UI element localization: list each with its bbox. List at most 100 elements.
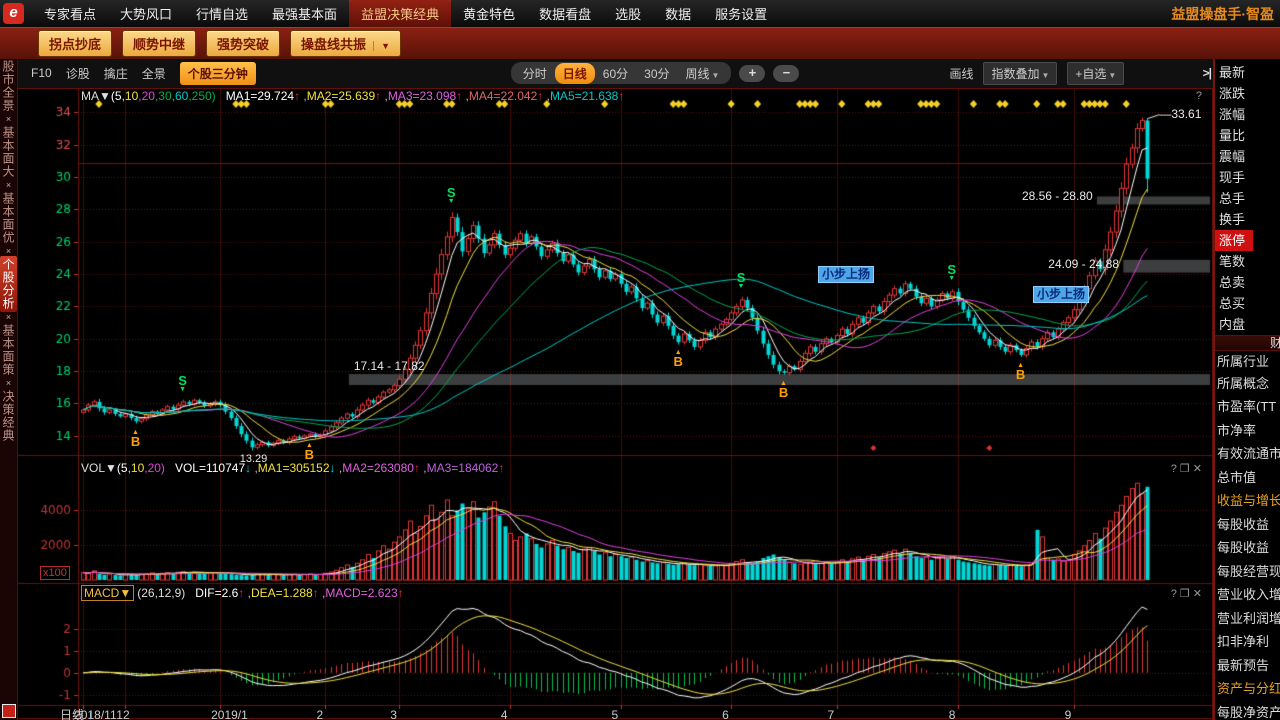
close-icon[interactable]: × — [6, 246, 11, 256]
period-tab-30分[interactable]: 30分 — [636, 63, 677, 84]
quote-row-7[interactable]: 换手 — [1215, 209, 1280, 230]
quote-row-8[interactable]: 涨停 — [1215, 230, 1253, 251]
close-icon[interactable]: × — [6, 378, 11, 388]
menu-item-5[interactable]: 黄金特色 — [451, 0, 527, 28]
sidebar-tab-2[interactable]: 基本面优 — [0, 190, 17, 246]
close-icon[interactable]: ✕ — [1193, 463, 1205, 475]
strategy-dropdown-label: 操盘线共振 — [301, 37, 366, 52]
quote-row-2[interactable]: 涨幅 — [1215, 104, 1280, 125]
zoom-out-button[interactable]: − — [773, 65, 799, 82]
toolbar-dropdown-0[interactable]: 指数叠加▼ — [983, 62, 1057, 85]
finance-row-7[interactable]: 每股经营现 — [1215, 560, 1280, 584]
draw-line-button[interactable]: 画线 — [949, 65, 973, 82]
help-icon[interactable]: ? — [1171, 588, 1180, 600]
maximize-icon[interactable]: ❐ — [1180, 588, 1193, 600]
strategy-toolbar: 拐点抄底顺势中继强势突破操盘线共振▼ — [0, 27, 1280, 59]
sidebar-tab-label: 基本面优 — [0, 190, 17, 246]
sidebar-tab-label: 基本面大 — [0, 124, 17, 180]
menu-item-7[interactable]: 选股 — [603, 0, 653, 28]
top-menu-bar: e 专家看点大势风口行情自选最强基本面益盟决策经典黄金特色数据看盘选股数据服务设… — [0, 0, 1280, 27]
quote-row-12[interactable]: 内盘 — [1215, 314, 1280, 335]
zoom-in-button[interactable]: + — [739, 65, 765, 82]
quote-row-6[interactable]: 总手 — [1215, 188, 1280, 209]
finance-row-8[interactable]: 营业收入增 — [1215, 583, 1280, 607]
sidebar-tab-label: 个股分析 — [0, 256, 17, 312]
toolbar-item-0[interactable]: F10 — [31, 66, 52, 80]
chevron-down-icon: ▼ — [712, 71, 720, 80]
brand-title: 益盟操盘手·智盈 — [1171, 4, 1274, 24]
panel-section-divider: 财 — [1215, 335, 1280, 351]
finance-row-10[interactable]: 扣非净利 — [1215, 630, 1280, 654]
feature-button[interactable]: 个股三分钟 — [180, 62, 256, 85]
strategy-button-2[interactable]: 强势突破 — [206, 30, 280, 57]
toolbar-dropdown-1[interactable]: +自选▼ — [1067, 62, 1124, 85]
menu-item-1[interactable]: 大势风口 — [108, 0, 184, 28]
quote-row-3[interactable]: 量比 — [1215, 125, 1280, 146]
finance-row-3[interactable]: 总市值 — [1215, 466, 1280, 490]
stock-chart-canvas[interactable] — [17, 88, 1213, 720]
toolbar-item-1[interactable]: 诊股 — [66, 65, 90, 82]
menu-item-4[interactable]: 益盟决策经典 — [349, 0, 451, 28]
sidebar-tab-3[interactable]: 个股分析 — [0, 256, 17, 312]
strategy-button-1[interactable]: 顺势中继 — [122, 30, 196, 57]
finance-row-6[interactable]: 每股收益 — [1215, 536, 1280, 560]
sidebar-tab-1[interactable]: 基本面大 — [0, 124, 17, 180]
app-logo-icon: e — [3, 3, 24, 24]
close-icon[interactable]: × — [6, 180, 11, 190]
quote-row-9[interactable]: 笔数 — [1215, 251, 1280, 272]
close-icon[interactable]: × — [6, 312, 11, 322]
finance-row-5[interactable]: 每股收益 — [1215, 513, 1280, 537]
close-icon[interactable]: × — [6, 114, 11, 124]
quote-row-4[interactable]: 震幅 — [1215, 146, 1280, 167]
help-icon[interactable]: ? — [1196, 90, 1205, 102]
toolbar-dropdown-label: +自选 — [1075, 67, 1106, 81]
menu-item-2[interactable]: 行情自选 — [184, 0, 260, 28]
strategy-button-0[interactable]: 拐点抄底 — [38, 30, 112, 57]
finance-row-1[interactable]: 市净率 — [1215, 419, 1280, 443]
sidebar-tab-0[interactable]: 股市全景 — [0, 58, 17, 114]
finance-row-9[interactable]: 营业利润增 — [1215, 607, 1280, 631]
collapse-panel-icon[interactable]: >| — [1203, 66, 1211, 80]
sidebar-tab-5[interactable]: 决策经典 — [0, 388, 17, 444]
finance-row-13[interactable]: 每股净资产 — [1215, 701, 1280, 720]
toolbar-item-2[interactable]: 擒庄 — [104, 65, 128, 82]
close-icon[interactable]: ✕ — [1193, 588, 1205, 600]
finance-row-4[interactable]: 收益与增长 — [1215, 489, 1280, 513]
finance-row-12[interactable]: 资产与分红 — [1215, 677, 1280, 701]
period-tab-周线[interactable]: 周线▼ — [678, 63, 728, 84]
menu-item-3[interactable]: 最强基本面 — [260, 0, 349, 28]
quote-row-1[interactable]: 涨跌 — [1215, 83, 1280, 104]
annotation-label-1: 小步上扬 — [1033, 286, 1089, 303]
period-tab-日线[interactable]: 日线 — [555, 63, 595, 84]
menu-item-0[interactable]: 专家看点 — [32, 0, 108, 28]
toolbar-dropdown-label: 指数叠加 — [991, 67, 1039, 81]
menu-item-6[interactable]: 数据看盘 — [527, 0, 603, 28]
finance-row-2[interactable]: 有效流通市 — [1215, 442, 1280, 466]
top-menu-items: 专家看点大势风口行情自选最强基本面益盟决策经典黄金特色数据看盘选股数据服务设置 — [32, 0, 779, 28]
menu-item-9[interactable]: 服务设置 — [703, 0, 779, 28]
app-window: e 专家看点大势风口行情自选最强基本面益盟决策经典黄金特色数据看盘选股数据服务设… — [0, 0, 1280, 720]
info-row-0[interactable]: 所属行业 — [1215, 351, 1280, 373]
toolbar-item-3[interactable]: 全景 — [142, 65, 166, 82]
right-quote-panel: 最新涨跌涨幅量比震幅现手总手换手涨停笔数总卖总买内盘财所属行业所属概念市盈率(T… — [1213, 58, 1280, 720]
quote-row-5[interactable]: 现手 — [1215, 167, 1280, 188]
quote-row-0[interactable]: 最新 — [1215, 62, 1280, 83]
help-icon[interactable]: ? — [1171, 463, 1180, 475]
annotation-label-0: 小步上扬 — [818, 266, 874, 283]
period-tab-分时[interactable]: 分时 — [515, 63, 555, 84]
period-tab-60分[interactable]: 60分 — [595, 63, 636, 84]
status-period-label[interactable]: 日线 ↓ — [60, 706, 93, 720]
chart-toolbar: F10诊股擒庄全景个股三分钟分时日线60分30分周线▼+−画线指数叠加▼+自选▼… — [17, 58, 1213, 88]
left-tab-strip: 股市全景×基本面大×基本面优×个股分析×基本面策×决策经典 — [0, 58, 18, 720]
finance-row-0[interactable]: 市盈率(TT — [1215, 395, 1280, 419]
quote-row-10[interactable]: 总卖 — [1215, 272, 1280, 293]
menu-item-8[interactable]: 数据 — [653, 0, 703, 28]
info-row-1[interactable]: 所属概念 — [1215, 373, 1280, 395]
corner-app-icon[interactable] — [2, 704, 16, 718]
sidebar-tab-label: 决策经典 — [0, 388, 17, 444]
maximize-icon[interactable]: ❐ — [1180, 463, 1193, 475]
strategy-dropdown-button[interactable]: 操盘线共振▼ — [290, 30, 401, 57]
sidebar-tab-4[interactable]: 基本面策 — [0, 322, 17, 378]
finance-row-11[interactable]: 最新预告 — [1215, 654, 1280, 678]
quote-row-11[interactable]: 总买 — [1215, 293, 1280, 314]
